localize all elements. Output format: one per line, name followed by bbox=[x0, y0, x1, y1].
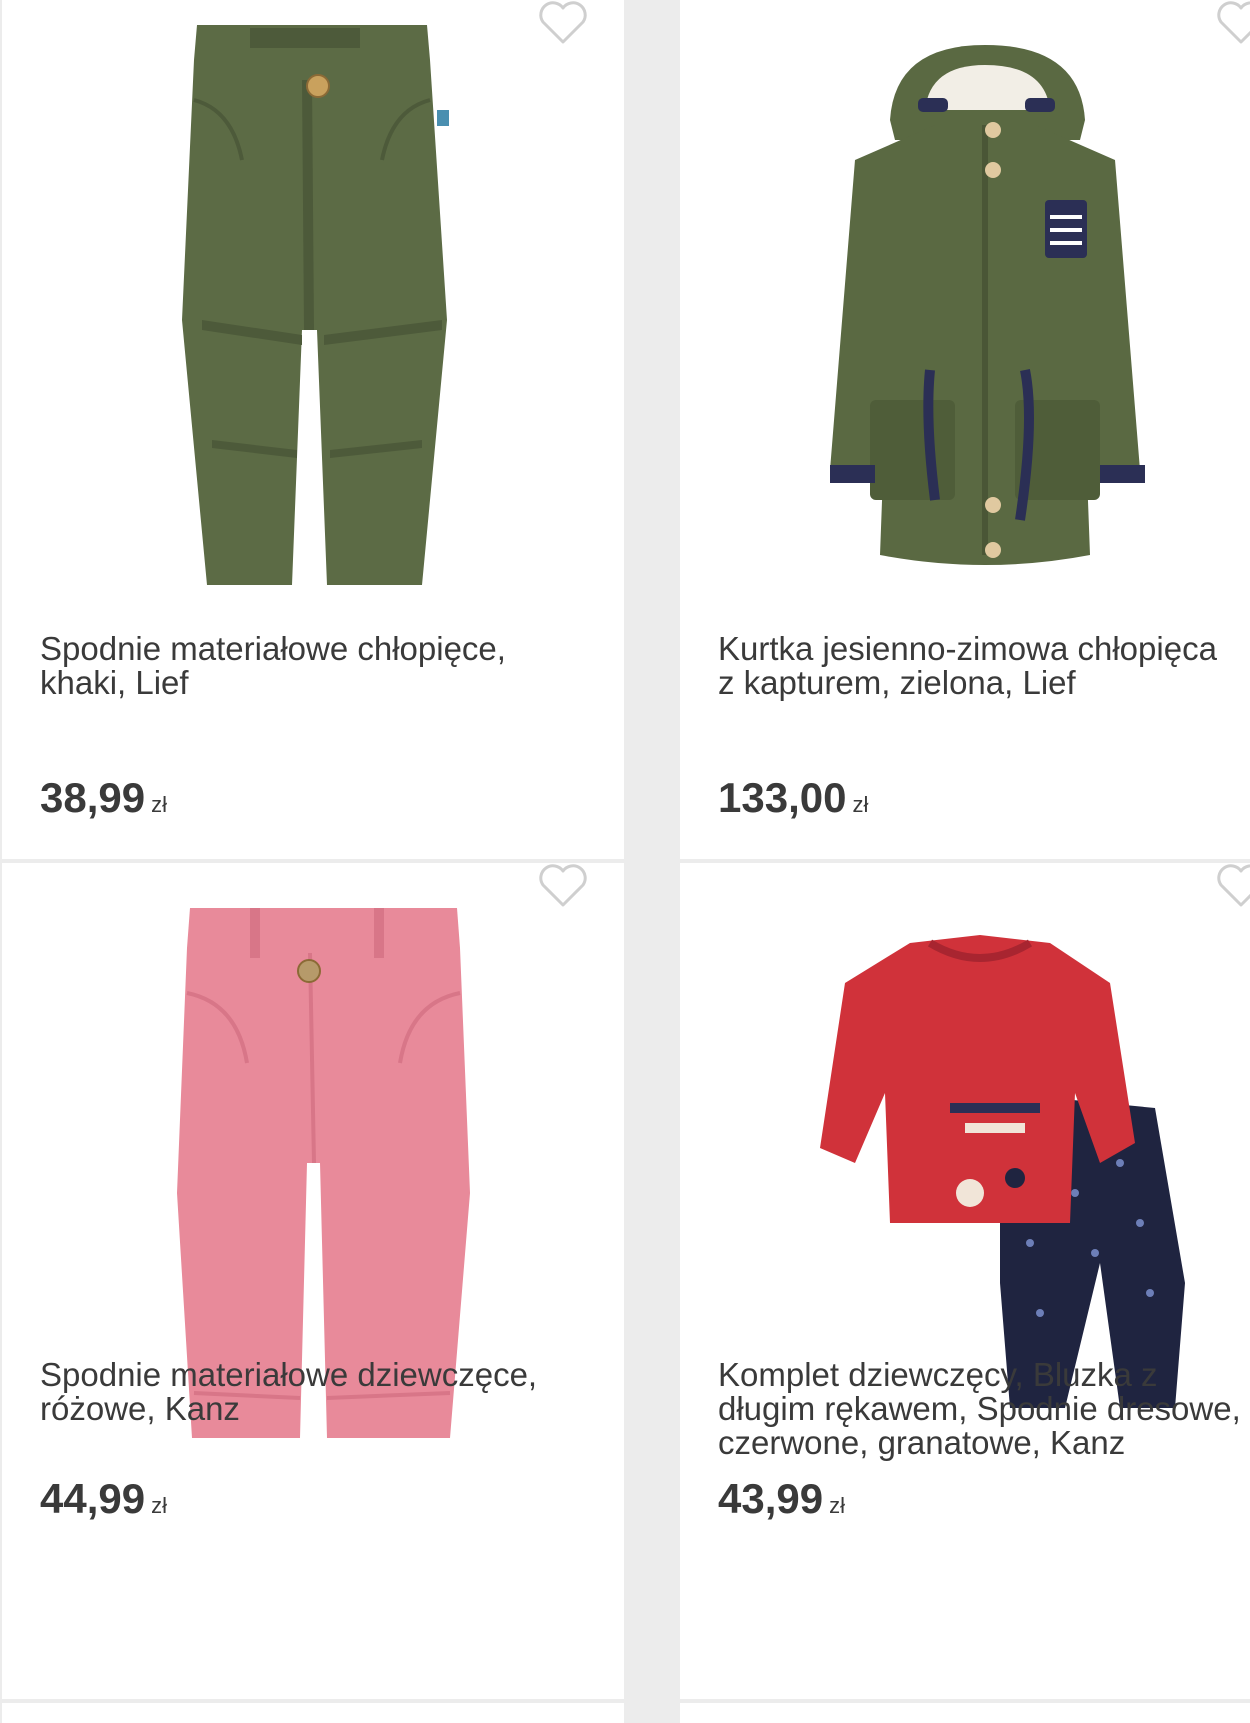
product-card-partial bbox=[680, 1703, 1250, 1723]
heart-outline-icon[interactable] bbox=[537, 863, 589, 909]
product-price: 44,99 zł bbox=[40, 1475, 167, 1523]
price-currency: zł bbox=[151, 792, 167, 817]
price-amount: 38,99 bbox=[40, 774, 146, 821]
product-grid: Spodnie materiałowe chłopięce, khaki, Li… bbox=[0, 0, 1250, 1723]
product-card[interactable]: Kurtka jesienno-zimowa chłopięca z kaptu… bbox=[680, 0, 1250, 859]
heart-outline-icon[interactable] bbox=[537, 0, 589, 46]
heart-outline-icon[interactable] bbox=[1215, 863, 1250, 909]
product-title[interactable]: Spodnie materiałowe dziewczęce, różowe, … bbox=[40, 1358, 600, 1426]
price-amount: 44,99 bbox=[40, 1475, 146, 1522]
product-card-partial bbox=[2, 1703, 624, 1723]
product-title[interactable]: Spodnie materiałowe chłopięce, khaki, Li… bbox=[40, 632, 600, 700]
product-title[interactable]: Kurtka jesienno-zimowa chłopięca z kaptu… bbox=[718, 632, 1250, 700]
product-price: 38,99 zł bbox=[40, 774, 167, 822]
product-card[interactable]: Spodnie materiałowe chłopięce, khaki, Li… bbox=[2, 0, 624, 859]
product-price: 133,00 zł bbox=[718, 774, 868, 822]
price-amount: 43,99 bbox=[718, 1475, 824, 1522]
price-amount: 133,00 bbox=[718, 774, 847, 821]
khaki-pants-image[interactable] bbox=[2, 0, 624, 610]
product-card[interactable]: Komplet dziewczęcy, Bluzka z długim ręka… bbox=[680, 863, 1250, 1699]
price-currency: zł bbox=[829, 1493, 845, 1518]
price-currency: zł bbox=[151, 1493, 167, 1518]
product-card[interactable]: Spodnie materiałowe dziewczęce, różowe, … bbox=[2, 863, 624, 1699]
price-currency: zł bbox=[852, 792, 869, 817]
product-price: 43,99 zł bbox=[718, 1475, 845, 1523]
product-title[interactable]: Komplet dziewczęcy, Bluzka z długim ręka… bbox=[718, 1358, 1250, 1460]
green-jacket-image[interactable] bbox=[680, 0, 1250, 610]
heart-outline-icon[interactable] bbox=[1215, 0, 1250, 46]
